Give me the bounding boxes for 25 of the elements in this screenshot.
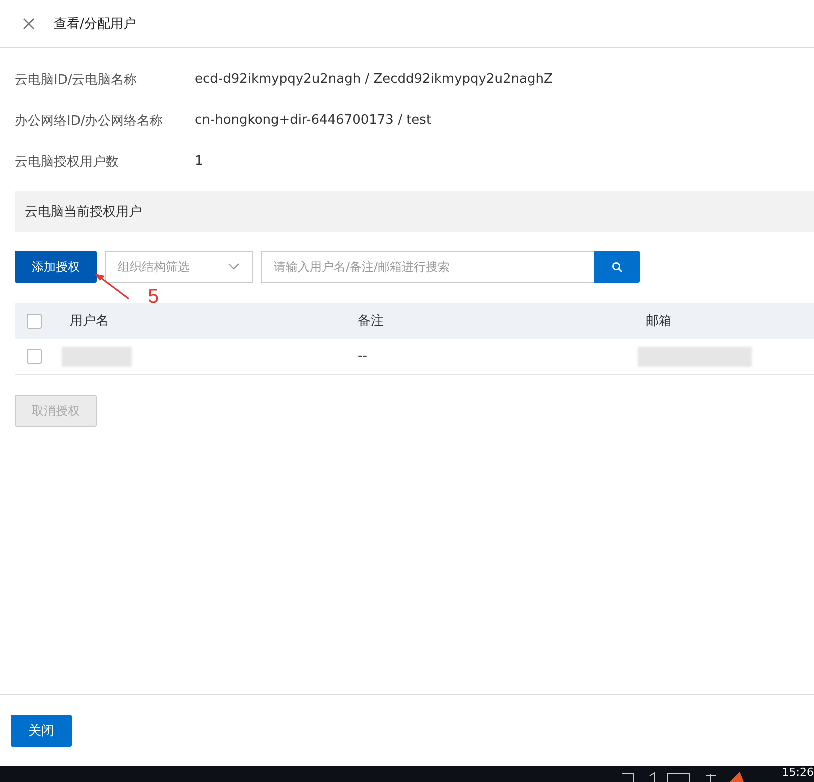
search-button[interactable] xyxy=(594,251,640,283)
checkbox[interactable] xyxy=(27,314,42,328)
chevron-down-icon xyxy=(228,263,240,271)
field-label: 办公网络ID/办公网络名称 xyxy=(15,112,164,130)
field-value: ecd-d92ikmypqy2u2nagh / Zecdd92ikmypqy2u2naghZ xyxy=(195,72,553,87)
section-title: 云电脑当前授权用户 xyxy=(25,204,142,220)
redaction-mark xyxy=(62,346,132,366)
field-value: 1 xyxy=(195,154,204,169)
table-cell: -- xyxy=(358,349,368,364)
field-label: 云电脑ID/云电脑名称 xyxy=(15,72,138,88)
close-button[interactable]: 关闭 xyxy=(11,715,72,747)
dialog-title: 查看/分配用户 xyxy=(54,16,136,32)
field-label: 云电脑授权用户数 xyxy=(15,154,120,170)
search-field[interactable]: 请输入用户名/备注/邮箱进行搜索 xyxy=(261,251,594,283)
add-authorization-button[interactable]: 添加授权 xyxy=(15,251,97,283)
clock: 15:26 xyxy=(782,766,814,779)
annotation-number: 5 xyxy=(148,287,160,307)
column-header: 用户名 xyxy=(70,313,109,330)
column-header: 备注 xyxy=(358,313,384,330)
field-value: cn-hongkong+dir-6446700173 / test xyxy=(195,113,432,128)
search-icon xyxy=(612,262,622,272)
filter-dropdown[interactable]: 组织结构筛选 xyxy=(105,251,253,283)
close-icon[interactable] xyxy=(23,18,35,30)
column-header: 邮箱 xyxy=(646,313,672,330)
checkbox[interactable] xyxy=(27,349,42,364)
